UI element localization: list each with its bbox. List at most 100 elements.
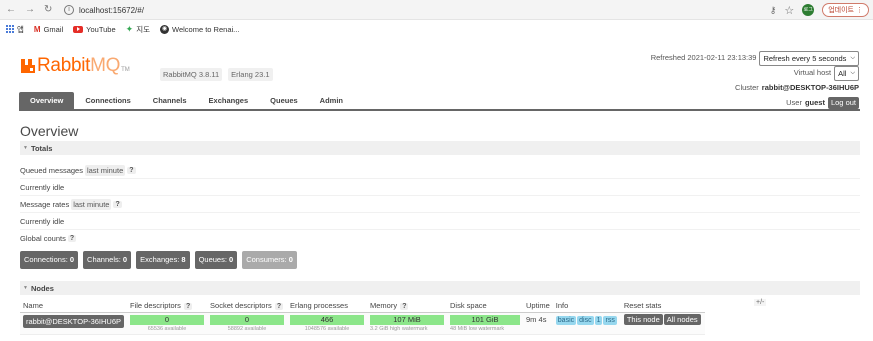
back-icon[interactable]: ← bbox=[6, 3, 16, 17]
url-text: localhost:15672/#/ bbox=[79, 5, 144, 15]
rates-range-chip[interactable]: last minute bbox=[71, 198, 112, 210]
tab-channels[interactable]: Channels bbox=[142, 92, 198, 109]
chevron-down-icon: ⌵ bbox=[850, 69, 855, 76]
queued-messages-label: Queued messages bbox=[20, 165, 83, 175]
forward-icon[interactable]: → bbox=[25, 3, 35, 17]
message-rates-label: Message rates bbox=[20, 199, 70, 209]
erlang-processes-available: 1048576 available bbox=[304, 325, 350, 332]
help-button[interactable]: ? bbox=[274, 302, 284, 310]
memory-bar: 107 MiB bbox=[370, 314, 445, 325]
tab-queues[interactable]: Queues bbox=[259, 92, 309, 109]
message-rates-row: Message rates last minute ? bbox=[20, 196, 860, 213]
column-header-disk-space: Disk space bbox=[447, 299, 524, 313]
file-descriptors-bar: 0 bbox=[130, 314, 205, 325]
queues-count-button[interactable]: Queues: 0 bbox=[194, 251, 238, 269]
column-header-uptime: Uptime bbox=[523, 299, 553, 313]
bookmark-youtube[interactable]: YouTube bbox=[73, 24, 116, 34]
disk-watermark: 48 MiB low watermark bbox=[450, 325, 505, 332]
logo-text: RabbitMQ bbox=[37, 55, 121, 76]
socket-descriptors-bar: 0 bbox=[210, 314, 285, 325]
memory-watermark: 3.2 GiB high watermark bbox=[370, 325, 428, 332]
connections-count-button[interactable]: Connections: 0 bbox=[20, 251, 79, 269]
update-button[interactable]: 업데이트 ⋮ bbox=[822, 3, 869, 17]
info-badge-count: 1 bbox=[594, 315, 603, 325]
global-counts-row: Global counts ? bbox=[20, 230, 860, 247]
disk-space-cell: 101 GiB 48 MiB low watermark bbox=[447, 312, 524, 335]
bookmark-label: 지도 bbox=[136, 24, 151, 34]
vhost-select-value: All bbox=[838, 68, 847, 78]
version-info: RabbitMQ 3.8.11 Erlang 23.1 bbox=[160, 68, 273, 81]
vhost-select[interactable]: All ⌵ bbox=[834, 65, 859, 81]
queued-range-chip[interactable]: last minute bbox=[84, 164, 126, 176]
main-tabs: Overview Connections Channels Exchanges … bbox=[19, 92, 860, 111]
bookmark-label: YouTube bbox=[86, 24, 116, 34]
column-header-erlang-processes: Erlang processes bbox=[287, 299, 368, 313]
global-counts: Connections: 0 Channels: 0 Exchanges: 8 … bbox=[20, 251, 297, 269]
rabbitmq-version: RabbitMQ 3.8.11 bbox=[160, 68, 223, 81]
vhost-label: Virtual host bbox=[793, 68, 832, 77]
maps-icon: ✦ bbox=[125, 23, 134, 34]
tab-exchanges[interactable]: Exchanges bbox=[198, 92, 260, 109]
help-button[interactable]: ? bbox=[183, 302, 193, 310]
nodes-section-toggle[interactable]: ▼ Nodes bbox=[20, 281, 860, 295]
globe-icon: ◉ bbox=[160, 24, 170, 34]
help-button[interactable]: ? bbox=[127, 166, 136, 174]
bookmark-star-icon[interactable]: ☆ bbox=[784, 4, 794, 17]
tab-admin[interactable]: Admin bbox=[309, 92, 354, 109]
totals-section-toggle[interactable]: ▼ Totals bbox=[20, 141, 860, 155]
erlang-processes-cell: 466 1048576 available bbox=[287, 312, 368, 335]
currently-idle-text: Currently idle bbox=[20, 182, 65, 192]
node-link[interactable]: rabbit@DESKTOP-36IHU6P bbox=[23, 314, 125, 328]
consumers-count-badge: Consumers: 0 bbox=[242, 251, 297, 269]
rabbitmq-logo-icon bbox=[21, 59, 35, 73]
channels-count-button[interactable]: Channels: 0 bbox=[83, 251, 132, 269]
key-icon[interactable]: ⚷ bbox=[770, 5, 777, 16]
gmail-icon: M bbox=[33, 24, 41, 34]
help-button[interactable]: ? bbox=[113, 200, 122, 208]
reset-all-nodes-button[interactable]: All nodes bbox=[663, 313, 701, 325]
exchanges-count-button[interactable]: Exchanges: 8 bbox=[136, 251, 190, 269]
bookmark-gmail[interactable]: M Gmail bbox=[34, 25, 63, 34]
bookmark-apps[interactable]: 앱 bbox=[6, 24, 24, 35]
queued-messages-row: Queued messages last minute ? bbox=[20, 162, 860, 179]
socket-descriptors-cell: 0 58892 available bbox=[207, 312, 288, 335]
address-bar[interactable]: i localhost:15672/#/ bbox=[64, 3, 144, 17]
bookmark-welcome[interactable]: ◉ Welcome to Renai... bbox=[160, 24, 240, 34]
memory-cell: 107 MiB 3.2 GiB high watermark bbox=[367, 312, 448, 335]
reload-icon[interactable]: ↻ bbox=[44, 3, 52, 17]
bookmark-maps[interactable]: ✦ 지도 bbox=[126, 24, 150, 35]
file-descriptors-available: 65536 available bbox=[147, 325, 187, 332]
column-header-memory: Memory ? bbox=[367, 299, 448, 313]
erlang-processes-bar: 466 bbox=[290, 314, 365, 325]
more-icon: ⋮ bbox=[856, 7, 863, 14]
help-button[interactable]: ? bbox=[67, 235, 77, 242]
column-header-reset-stats: Reset stats bbox=[620, 299, 705, 313]
tab-connections[interactable]: Connections bbox=[74, 92, 141, 109]
chevron-down-icon: ⌵ bbox=[850, 54, 855, 61]
bookmark-label: Gmail bbox=[43, 24, 64, 34]
column-toggle-button[interactable]: +/- bbox=[754, 299, 767, 306]
column-header-info: Info bbox=[552, 299, 621, 313]
file-descriptors-cell: 0 65536 available bbox=[127, 312, 208, 335]
update-label: 업데이트 bbox=[828, 7, 854, 14]
rates-idle-row: Currently idle bbox=[20, 213, 860, 230]
nodes-table: Name File descriptors ? Socket descripto… bbox=[20, 299, 705, 335]
reset-stats-cell: This node All nodes bbox=[620, 312, 705, 335]
profile-avatar[interactable]: 로그 bbox=[802, 4, 815, 16]
collapse-triangle-icon: ▼ bbox=[23, 145, 28, 151]
tab-overview[interactable]: Overview bbox=[19, 92, 75, 109]
refresh-interval-select[interactable]: Refresh every 5 seconds ⌵ bbox=[759, 50, 859, 66]
info-badge-basic: basic bbox=[555, 315, 577, 325]
queued-idle-row: Currently idle bbox=[20, 179, 860, 196]
reset-this-node-button[interactable]: This node bbox=[623, 313, 663, 325]
table-row: rabbit@DESKTOP-36IHU6P 0 65536 available… bbox=[20, 312, 705, 335]
bookmark-label: Welcome to Renai... bbox=[172, 24, 240, 34]
currently-idle-text: Currently idle bbox=[20, 216, 65, 226]
rabbitmq-logo[interactable]: RabbitMQ TM bbox=[21, 56, 130, 76]
help-button[interactable]: ? bbox=[400, 302, 409, 310]
uptime-cell: 9m 4s bbox=[523, 312, 553, 335]
disk-space-bar: 101 GiB bbox=[450, 314, 521, 325]
browser-toolbar: ← → ↻ i localhost:15672/#/ ⚷ ☆ 로그 업데이트 ⋮ bbox=[0, 0, 873, 20]
site-info-icon[interactable]: i bbox=[64, 5, 74, 15]
global-counts-label: Global counts bbox=[20, 234, 66, 243]
